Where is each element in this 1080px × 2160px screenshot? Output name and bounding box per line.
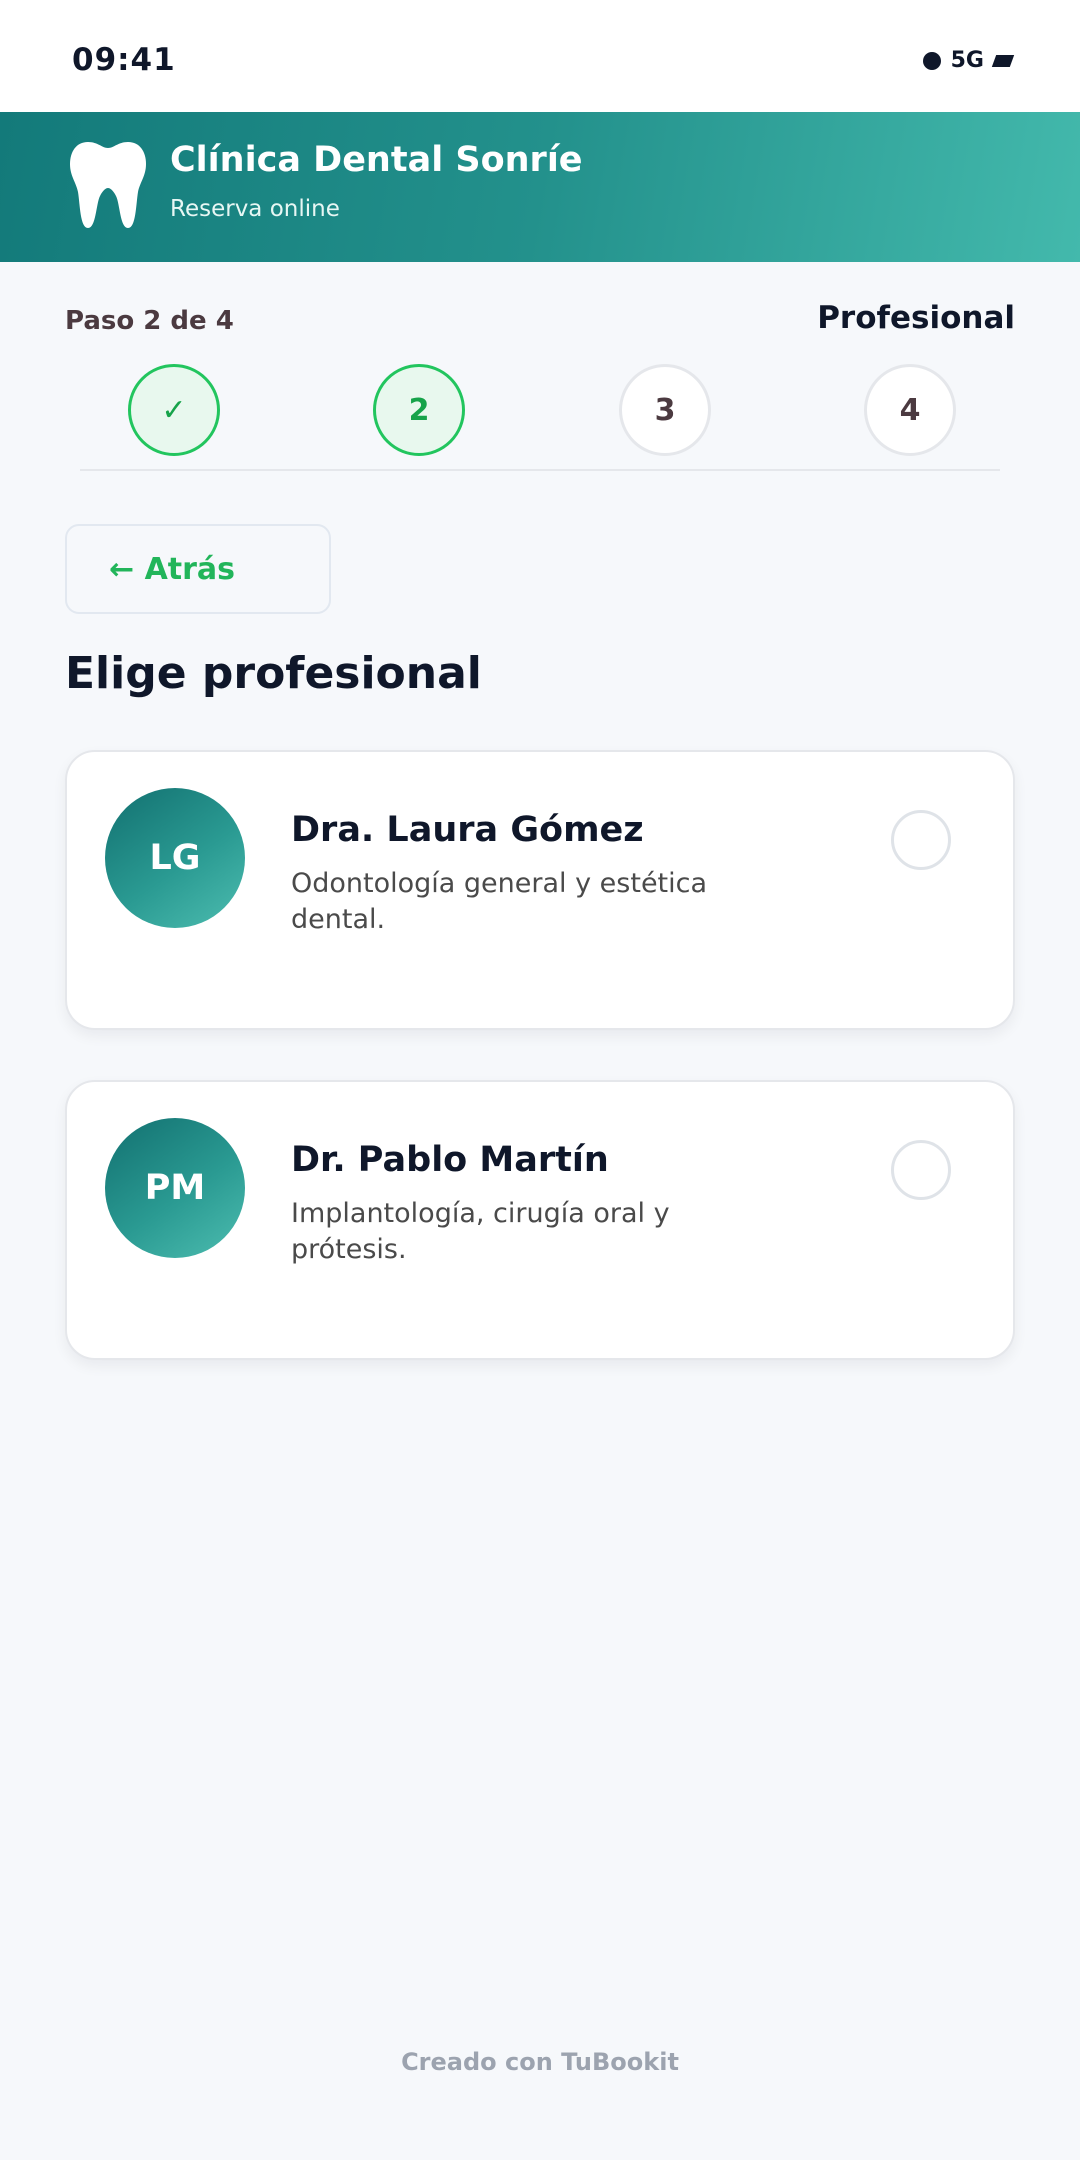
select-radio[interactable]	[891, 810, 951, 870]
step-1-indicator: ✓	[128, 364, 220, 456]
avatar: PM	[105, 1118, 245, 1258]
clinic-header: Clínica Dental Sonríe Reserva online	[0, 112, 1080, 262]
dot-icon	[922, 51, 941, 70]
network-label: 5G	[950, 48, 984, 73]
professional-description: Implantología, cirugía oral y prótesis.	[291, 1198, 670, 1265]
clinic-name: Clínica Dental Sonríe	[170, 140, 583, 180]
professional-card-pablo-martin[interactable]: PM Dr. Pablo Martín Implantología, cirug…	[65, 1080, 1015, 1360]
status-time: 09:41	[72, 42, 176, 78]
step-3-indicator: 3	[619, 364, 711, 456]
tooth-icon	[70, 142, 146, 228]
footer-credit: Creado con TuBookit	[401, 2048, 679, 2076]
professional-name: Dr. Pablo Martín	[291, 1140, 609, 1180]
professional-name: Dra. Laura Gómez	[291, 810, 644, 850]
professional-card-laura-gomez[interactable]: LG Dra. Laura Gómez Odontología general …	[65, 750, 1015, 1030]
avatar: LG	[105, 788, 245, 928]
professional-description: Odontología general y estética dental.	[291, 868, 708, 935]
select-radio[interactable]	[891, 1140, 951, 1200]
step-name: Profesional	[817, 300, 1015, 336]
divider	[80, 469, 1000, 471]
step-counter: Paso 2 de 4	[65, 306, 234, 336]
clinic-subtitle: Reserva online	[170, 196, 340, 222]
status-bar: 09:41 5G	[0, 0, 1080, 112]
section-title: Elige profesional	[65, 648, 482, 699]
step-2-indicator: 2	[373, 364, 465, 456]
status-indicators: 5G	[922, 48, 1015, 73]
back-button[interactable]: ← Atrás	[65, 524, 331, 614]
step-4-indicator: 4	[864, 364, 956, 456]
battery-icon	[991, 54, 1015, 67]
